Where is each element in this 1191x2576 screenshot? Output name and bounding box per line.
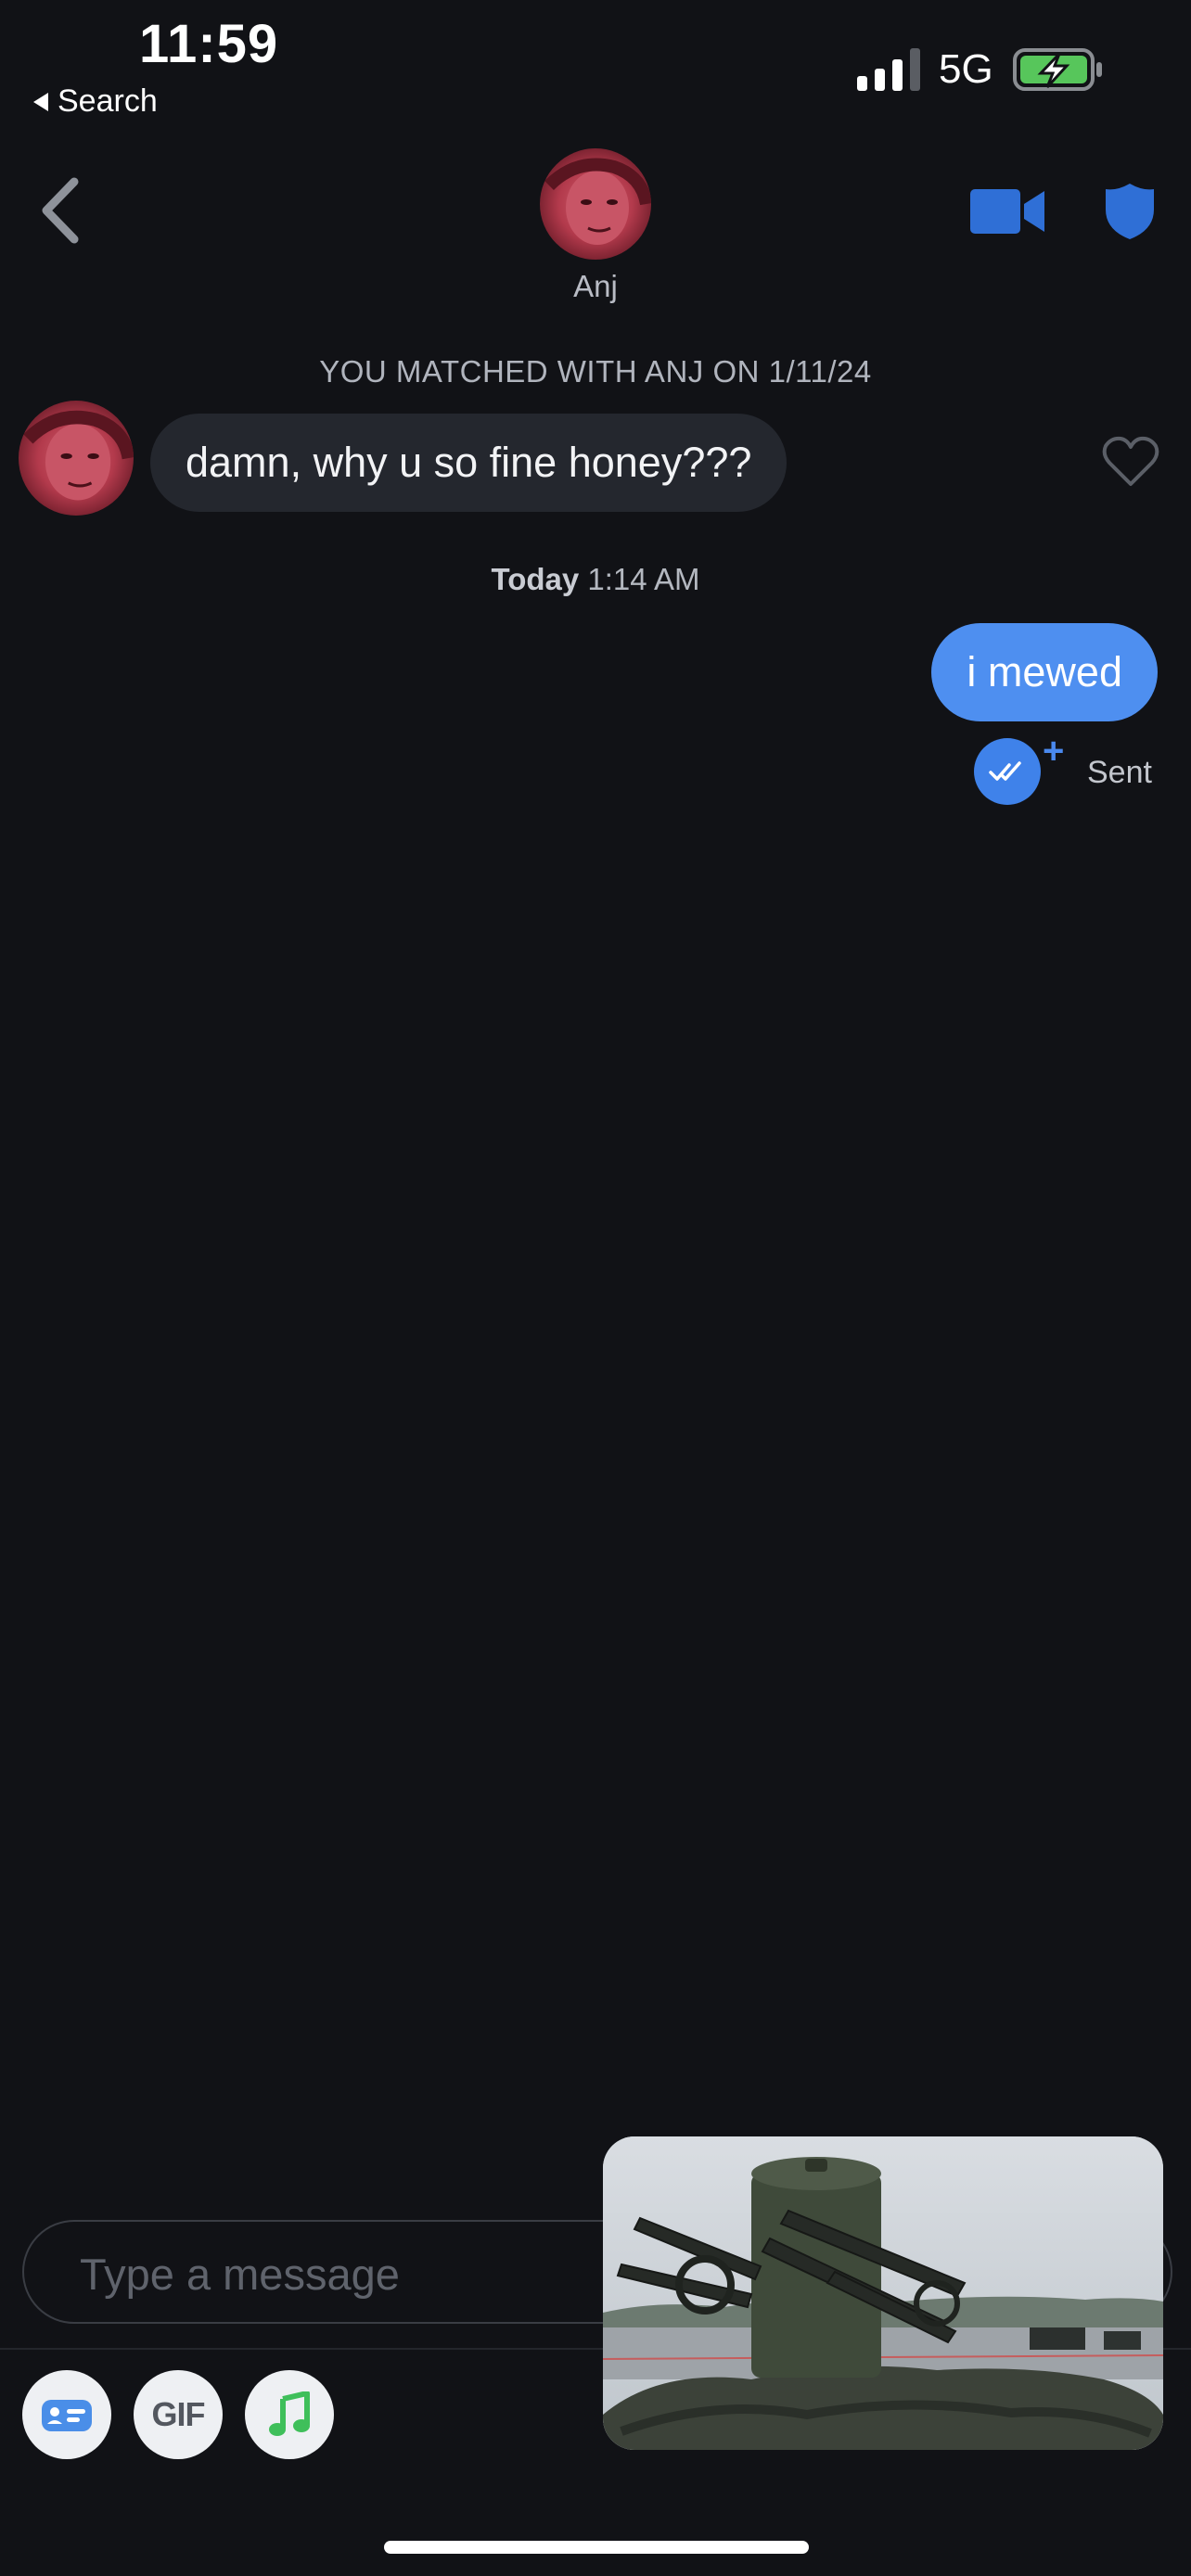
profile-card-button[interactable] [22,2370,111,2459]
back-app-label: Search [58,83,158,119]
chevron-left-icon[interactable] [37,176,83,245]
missile-launcher-photo [603,2136,1163,2450]
plus-icon[interactable]: + [1043,731,1064,772]
message-avatar[interactable] [19,401,134,516]
video-call-icon[interactable] [970,187,1046,236]
contact-avatar[interactable] [540,148,651,260]
day-time: 1:14 AM [587,562,700,596]
signal-bars-icon [857,48,920,91]
music-button[interactable] [245,2370,334,2459]
battery-charging-icon [1013,48,1102,91]
day-timestamp: Today 1:14 AM [0,562,1191,597]
back-to-app-link[interactable]: Search [33,83,158,120]
message-status: Sent [1087,755,1152,790]
match-note: YOU MATCHED WITH ANJ ON 1/11/24 [319,354,872,389]
avatar-photo [540,148,651,260]
day-label: Today [491,562,580,596]
safety-shield-icon[interactable] [1104,182,1156,241]
status-time: 11:59 [139,14,279,74]
like-heart-icon[interactable] [1102,436,1159,488]
picture-in-picture-photo[interactable] [603,2136,1163,2450]
sent-message-bubble[interactable]: i mewed [931,623,1158,721]
music-note-icon [269,2391,310,2436]
avatar-photo [19,401,134,516]
message-input[interactable] [78,2244,601,2303]
profile-card-icon [42,2400,92,2431]
received-message-bubble[interactable]: damn, why u so fine honey??? [150,414,788,512]
home-indicator[interactable] [384,2541,809,2554]
read-receipt-badge[interactable] [974,738,1041,805]
contact-name[interactable]: Anj [503,269,688,304]
double-check-icon [989,761,1021,781]
network-type: 5G [939,46,993,92]
back-triangle-icon [33,92,48,111]
gif-label: GIF [151,2395,206,2433]
gif-button[interactable]: GIF [134,2370,223,2459]
